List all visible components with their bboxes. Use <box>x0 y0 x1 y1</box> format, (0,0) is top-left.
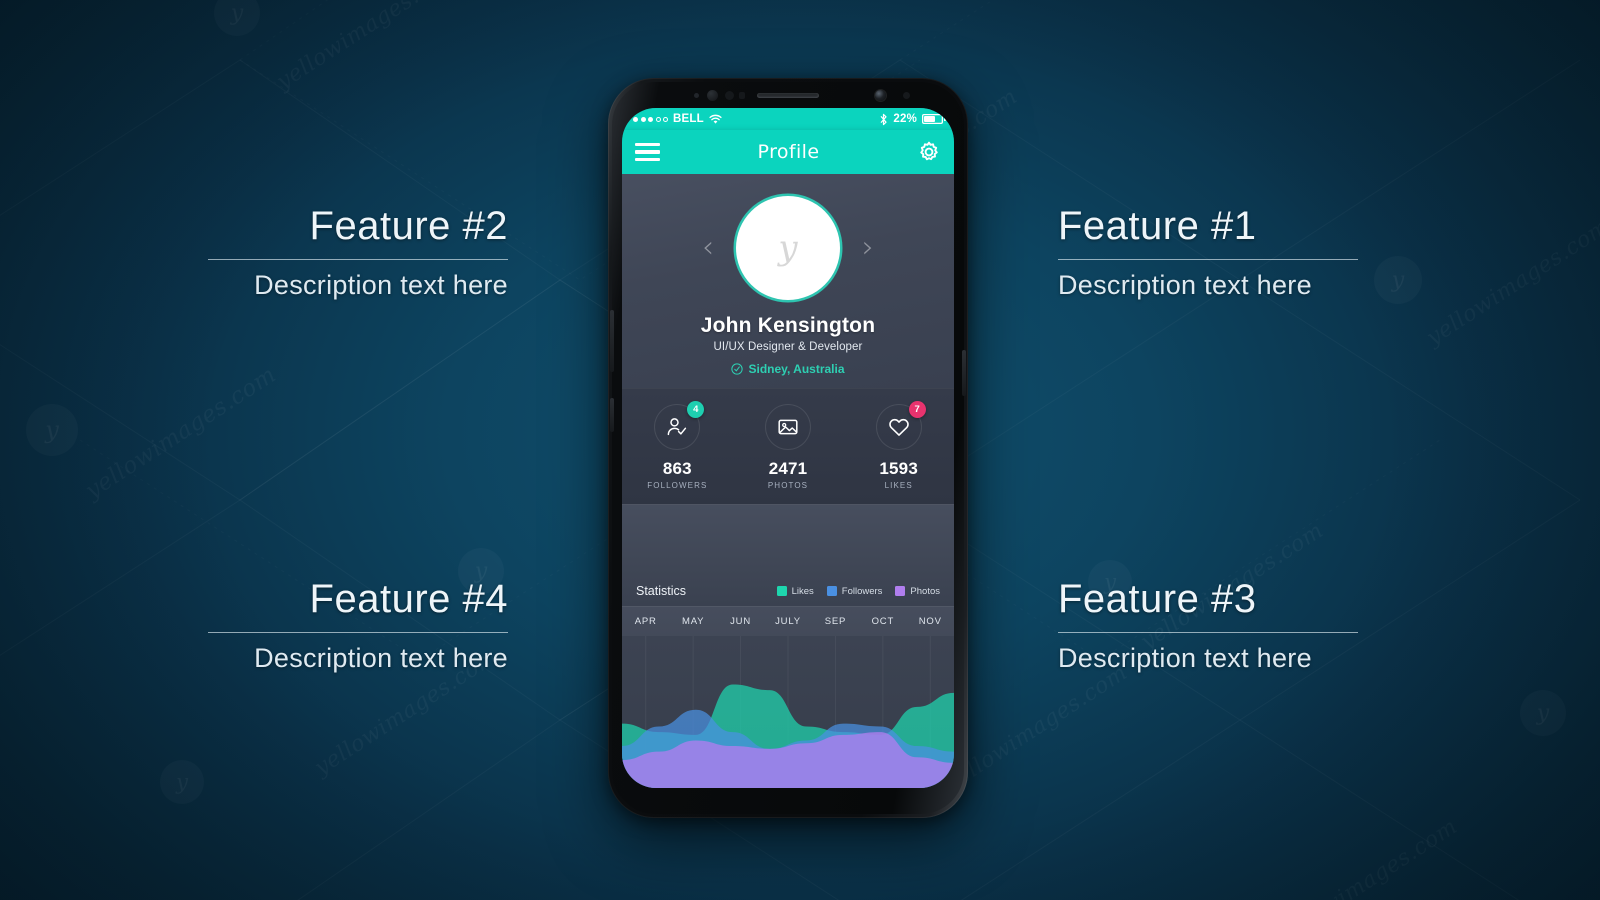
axis-tick-label: MAY <box>681 616 705 627</box>
stat-label: PHOTOS <box>767 481 809 490</box>
feature-callout-2: Feature #2 Description text here <box>208 205 508 301</box>
feature-description: Description text here <box>1058 643 1312 673</box>
feature-callout-1: Feature #1 Description text here <box>1058 205 1358 301</box>
wifi-icon <box>709 114 722 124</box>
axis-tick-label: JUN <box>730 616 751 627</box>
carrier-label: BELL <box>673 113 704 125</box>
status-bar: BELL 22% <box>622 108 954 130</box>
gear-icon[interactable] <box>917 140 941 164</box>
next-profile-arrow[interactable]: › <box>862 233 874 263</box>
stat-icon-wrap: 7 <box>876 401 926 450</box>
statistics-header: Statistics Likes Followers Photos <box>622 576 954 606</box>
hamburger-menu-icon[interactable] <box>635 142 660 162</box>
legend-item-photos[interactable]: Photos <box>895 586 940 597</box>
likes-heart-icon <box>888 418 909 436</box>
phone-top-bezel <box>612 82 964 108</box>
profile-location-label: Sidney, Australia <box>748 362 845 376</box>
stat-icon-wrap <box>765 404 811 450</box>
sensor-icon <box>739 92 745 99</box>
statistics-chart[interactable] <box>622 636 954 788</box>
status-bar-left: BELL <box>633 113 722 125</box>
stat-value: 1593 <box>879 459 918 478</box>
legend-label: Followers <box>841 585 883 597</box>
stat-likes[interactable]: 7 1593 LIKES <box>843 401 954 490</box>
avatar-carousel: ‹ y › <box>622 196 954 300</box>
profile-name: John Kensington <box>700 314 876 337</box>
legend-label: Photos <box>910 585 940 597</box>
stat-photos[interactable]: 2471 PHOTOS <box>733 404 844 490</box>
legend-swatch <box>895 586 906 596</box>
battery-icon <box>922 114 946 124</box>
stats-panel: 4 863 FOLLOWERS 2471 PHOTOS 7 1593 LIKES <box>622 388 954 504</box>
feature-description: Description text here <box>1058 270 1312 300</box>
axis-tick-label: SEP <box>824 616 847 627</box>
assistant-button[interactable] <box>610 398 614 432</box>
stat-icon-wrap: 4 <box>654 401 705 450</box>
signal-strength-icon <box>633 116 668 122</box>
app-bar: Profile <box>622 130 954 174</box>
stat-followers[interactable]: 4 863 FOLLOWERS <box>622 401 733 490</box>
statistics-title: Statistics <box>636 584 687 598</box>
stat-label: FOLLOWERS <box>647 481 708 490</box>
feature-divider <box>1058 632 1358 633</box>
phone-mockup: BELL 22% Profile ‹ y › John Kensington U… <box>608 78 968 818</box>
bluetooth-icon <box>880 113 887 125</box>
proximity-sensor-icon <box>707 90 718 101</box>
sensor-icon <box>725 91 734 100</box>
battery-percent-label: 22% <box>893 113 917 125</box>
followers-user-check-icon <box>667 418 687 436</box>
feature-title: Feature #4 <box>309 577 508 621</box>
stat-value: 863 <box>662 459 692 478</box>
chart-canvas <box>622 636 954 788</box>
profile-location: Sidney, Australia <box>622 362 954 376</box>
phone-screen: BELL 22% Profile ‹ y › John Kensington U… <box>622 108 954 788</box>
earpiece-speaker <box>757 92 819 98</box>
avatar[interactable]: y <box>736 196 840 300</box>
feature-divider <box>208 632 508 633</box>
power-button[interactable] <box>962 350 966 396</box>
avatar-placeholder-mark: y <box>778 228 798 268</box>
status-badge: 7 <box>908 401 926 418</box>
prev-profile-arrow[interactable]: ‹ <box>702 233 714 263</box>
profile-role: UI/UX Designer & Developer <box>713 341 863 353</box>
content-spacer <box>622 504 954 576</box>
chart-x-axis: APR MAY JUN JULY SEP OCT NOV <box>622 606 954 636</box>
legend-item-likes[interactable]: Likes <box>776 585 814 597</box>
chart-legend: Likes Followers Photos <box>776 585 940 597</box>
feature-divider <box>208 259 508 260</box>
sensor-icon <box>694 93 699 98</box>
volume-button[interactable] <box>610 310 614 372</box>
feature-title: Feature #2 <box>309 204 508 248</box>
legend-swatch <box>776 586 787 596</box>
axis-tick-label: APR <box>634 616 657 627</box>
location-check-icon <box>731 363 744 375</box>
feature-title: Feature #1 <box>1058 204 1257 248</box>
feature-title: Feature #3 <box>1058 577 1257 621</box>
feature-callout-3: Feature #3 Description text here <box>1058 578 1358 674</box>
stat-value: 2471 <box>768 459 808 478</box>
legend-swatch <box>826 586 837 596</box>
stat-label: LIKES <box>884 481 913 490</box>
photos-image-icon <box>778 419 798 435</box>
axis-tick-label: JULY <box>775 616 801 627</box>
axis-tick-label: NOV <box>918 616 942 627</box>
status-badge: 4 <box>687 401 705 418</box>
feature-divider <box>1058 259 1358 260</box>
status-bar-right: 22% <box>879 113 946 126</box>
feature-description: Description text here <box>254 270 508 300</box>
profile-panel: ‹ y › John Kensington UI/UX Designer & D… <box>622 174 954 388</box>
axis-tick-label: OCT <box>871 616 895 627</box>
front-camera-icon <box>875 90 886 101</box>
iris-scanner-icon <box>903 92 910 99</box>
page-title: Profile <box>757 141 820 163</box>
feature-callout-4: Feature #4 Description text here <box>208 578 508 674</box>
legend-item-followers[interactable]: Followers <box>826 585 883 597</box>
feature-description: Description text here <box>254 643 508 673</box>
legend-label: Likes <box>791 585 814 597</box>
phone-body: BELL 22% Profile ‹ y › John Kensington U… <box>610 82 966 814</box>
